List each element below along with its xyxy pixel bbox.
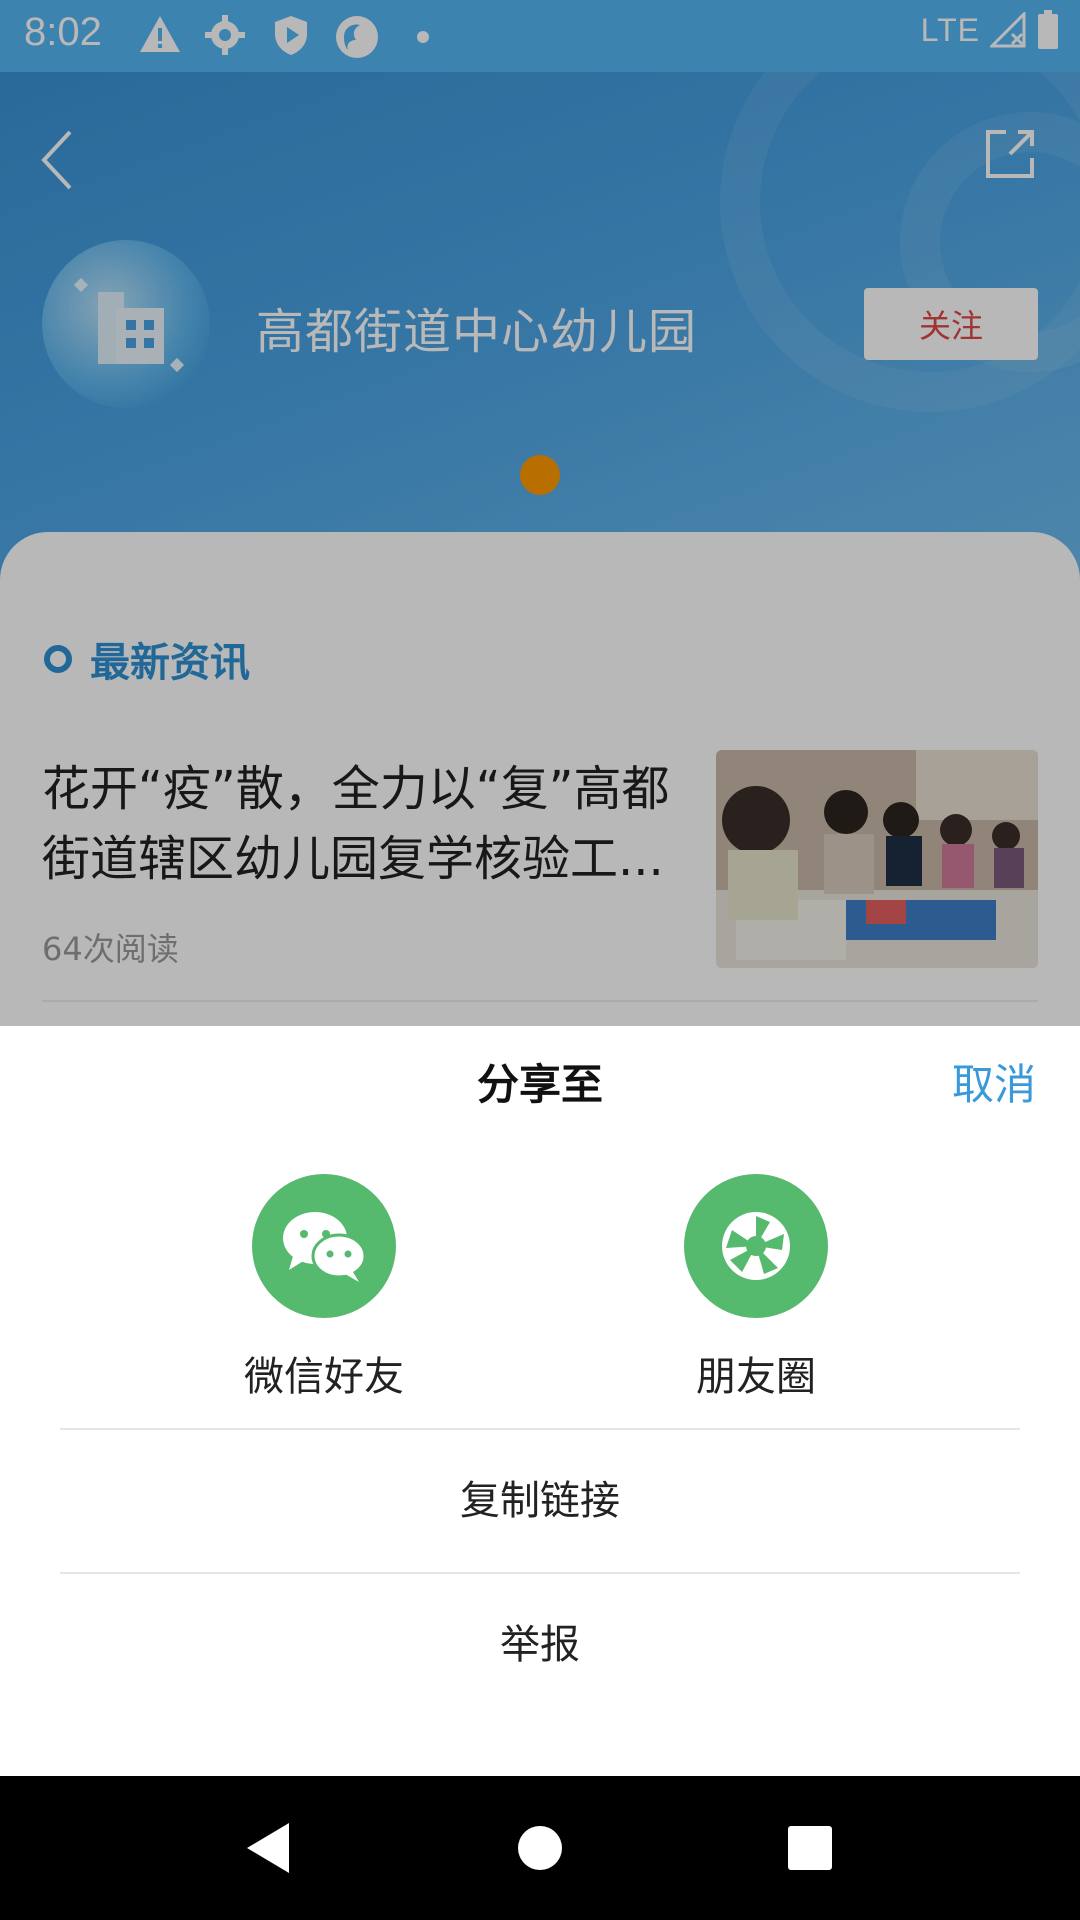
- share-moments[interactable]: 朋友圈: [646, 1174, 866, 1402]
- nav-recents-button[interactable]: [740, 1776, 880, 1920]
- moments-icon: [684, 1174, 828, 1318]
- share-wechat-friend[interactable]: 微信好友: [214, 1174, 434, 1402]
- nav-home-button[interactable]: [470, 1776, 610, 1920]
- cancel-button[interactable]: 取消: [952, 1026, 1036, 1144]
- recents-square-icon: [788, 1826, 832, 1870]
- home-circle-icon: [518, 1826, 562, 1870]
- copy-link-button[interactable]: 复制链接: [0, 1430, 1080, 1572]
- share-target-label: 朋友圈: [696, 1354, 816, 1400]
- app-page: 8:02 LTE 高都街道中心幼儿园 关注 最新资讯 花开“疫”散，全力以“复”…: [0, 0, 1080, 1920]
- nav-back-button[interactable]: [198, 1776, 338, 1920]
- wechat-icon: [252, 1174, 396, 1318]
- share-sheet: 分享至 取消 微信好友 朋友圈 复制链接 举报: [0, 1026, 1080, 1776]
- system-nav-bar: [0, 1776, 1080, 1920]
- back-triangle-icon: [247, 1823, 289, 1873]
- report-button[interactable]: 举报: [0, 1574, 1080, 1716]
- share-sheet-title: 分享至: [476, 1060, 603, 1109]
- share-target-label: 微信好友: [244, 1354, 404, 1400]
